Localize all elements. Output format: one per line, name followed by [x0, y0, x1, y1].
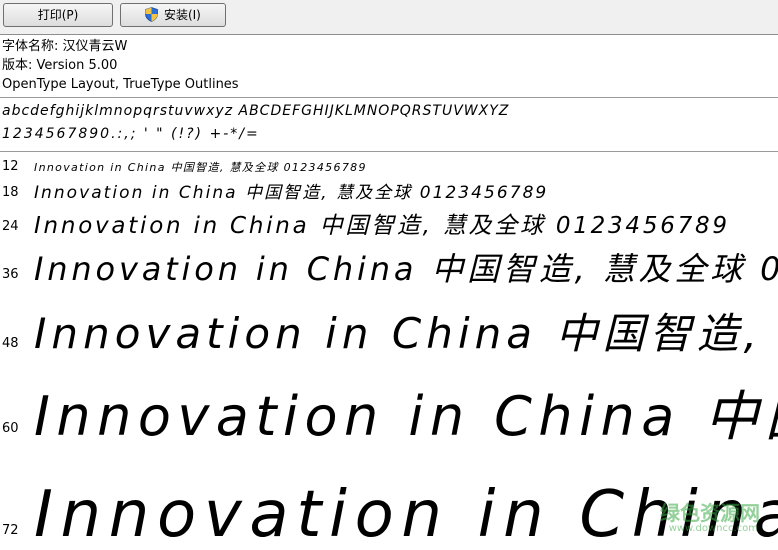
sample-text: Innovation in China 中国智造, 慧及全球 012345678… [34, 309, 778, 358]
size-label: 12 [2, 159, 19, 174]
sample-text: Innovation in China 中国智造, 慧及全球 012345678… [34, 385, 778, 445]
font-version-text: 版本: Version 5.00 [2, 58, 118, 73]
charset-letters: abcdefghijklmnopqrstuvwxyz ABCDEFGHIJKLM… [2, 103, 510, 119]
toolbar: 打印(P) 安装(I) [0, 0, 778, 35]
font-name-text: 字体名称: 汉仪青云W [2, 39, 128, 54]
size-label: 24 [2, 219, 19, 234]
print-button-label: 打印(P) [37, 8, 79, 22]
divider [0, 151, 778, 152]
sample-row-12: 12 Innovation in China 中国智造, 慧及全球 012345… [0, 156, 778, 178]
sample-row-36: 36 Innovation in China 中国智造, 慧及全球 012345… [0, 240, 778, 290]
sample-row-18: 18 Innovation in China 中国智造, 慧及全球 012345… [0, 178, 778, 204]
sample-text: Innovation in China 中国智造, 慧及全球 012345678… [34, 161, 367, 174]
sample-text: Innovation in China 中国智造, 慧及全球 012345678… [34, 213, 730, 239]
size-label: 72 [2, 523, 19, 538]
install-button[interactable]: 安装(I) [120, 3, 226, 27]
size-label: 36 [2, 267, 19, 282]
watermark-brand: 绿色资源网 [660, 501, 760, 525]
divider [0, 97, 778, 98]
install-button-label: 安装(I) [163, 8, 201, 22]
sample-row-60: 60 Innovation in China 中国智造, 慧及全球 012345… [0, 360, 778, 445]
watermark-url: www.downcc.com [668, 523, 758, 534]
size-label: 18 [2, 185, 19, 200]
sample-row-24: 24 Innovation in China 中国智造, 慧及全球 012345… [0, 204, 778, 240]
sample-text: Innovation in China 中国智造, 慧及全球 012345678… [34, 183, 549, 203]
size-label: 48 [2, 336, 19, 351]
uac-shield-icon [145, 7, 159, 29]
size-label: 60 [2, 421, 19, 436]
charset-digits-symbols: 1234567890.:,; ' " (!?) +-*/= [2, 126, 260, 142]
sample-text: Innovation in China 中国智造, 慧及全球 012345678… [34, 250, 778, 288]
sample-row-48: 48 Innovation in China 中国智造, 慧及全球 012345… [0, 290, 778, 360]
font-info: 字体名称: 汉仪青云W 版本: Version 5.00 OpenType La… [2, 37, 239, 94]
font-outlines-text: OpenType Layout, TrueType Outlines [2, 77, 239, 92]
print-button[interactable]: 打印(P) [3, 3, 113, 27]
